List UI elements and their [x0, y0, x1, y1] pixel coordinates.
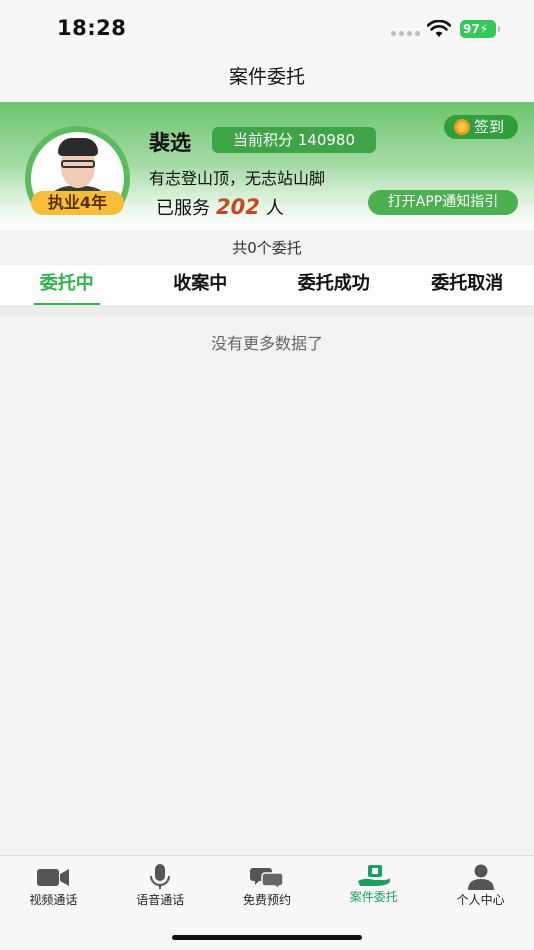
home-indicator[interactable]: [172, 935, 362, 940]
tabbar-label: 语音通话: [136, 893, 185, 907]
chat-bubbles-icon: [249, 868, 284, 890]
tab-cancelled[interactable]: 委托取消: [401, 265, 534, 305]
lawyer-motto: 有志登山顶，无志站山脚: [149, 169, 326, 188]
coin-icon: [454, 119, 470, 135]
case-status-tabs: 委托中 收案中 委托成功 委托取消: [0, 265, 534, 305]
tabbar-label: 个人中心: [456, 893, 505, 907]
points-badge: 当前积分 140980: [212, 127, 376, 153]
status-bar: 18:28 97⚡: [0, 0, 534, 56]
nav-bar: 案件委托: [0, 56, 534, 102]
wifi-icon: [427, 20, 451, 37]
served-suffix: 人: [265, 198, 284, 219]
signal-icon: [391, 31, 420, 36]
tabbar-label: 免费预约: [242, 893, 291, 907]
lawyer-profile-card: 执业4年 裴选 当前积分 140980 签到 有志登山顶，无志站山脚 已服务 20…: [0, 102, 534, 230]
tabbar-label: 视频通话: [29, 893, 78, 907]
tab-success[interactable]: 委托成功: [267, 265, 401, 305]
signin-label: 签到: [474, 118, 505, 136]
lawyer-name: 裴选: [149, 131, 191, 155]
signin-button[interactable]: 签到: [444, 115, 518, 139]
tabbar-video-call[interactable]: 视频通话: [0, 856, 107, 950]
battery-icon: 97⚡: [460, 20, 500, 38]
case-hand-icon: [357, 865, 390, 886]
empty-list-message: 没有更多数据了: [210, 334, 323, 353]
served-prefix: 已服务: [156, 198, 210, 219]
served-count-row: 已服务 202 人: [156, 194, 284, 220]
years-badge: 执业4年: [31, 191, 124, 215]
case-count: 共0个委托: [0, 232, 534, 264]
status-time: 18:28: [57, 16, 127, 40]
divider: [0, 305, 534, 317]
tab-receiving[interactable]: 收案中: [134, 265, 268, 305]
microphone-icon: [150, 864, 171, 889]
battery-level: 97: [463, 22, 480, 36]
video-camera-icon: [37, 869, 70, 886]
served-count: 202: [216, 195, 260, 219]
app-notification-guide-button[interactable]: 打开APP通知指引: [368, 190, 518, 215]
tabbar-personal-center[interactable]: 个人中心: [427, 856, 534, 950]
person-icon: [467, 864, 494, 890]
page-title: 案件委托: [228, 66, 305, 88]
tab-in-progress[interactable]: 委托中: [0, 265, 134, 305]
tabbar-label: 案件委托: [349, 890, 398, 904]
